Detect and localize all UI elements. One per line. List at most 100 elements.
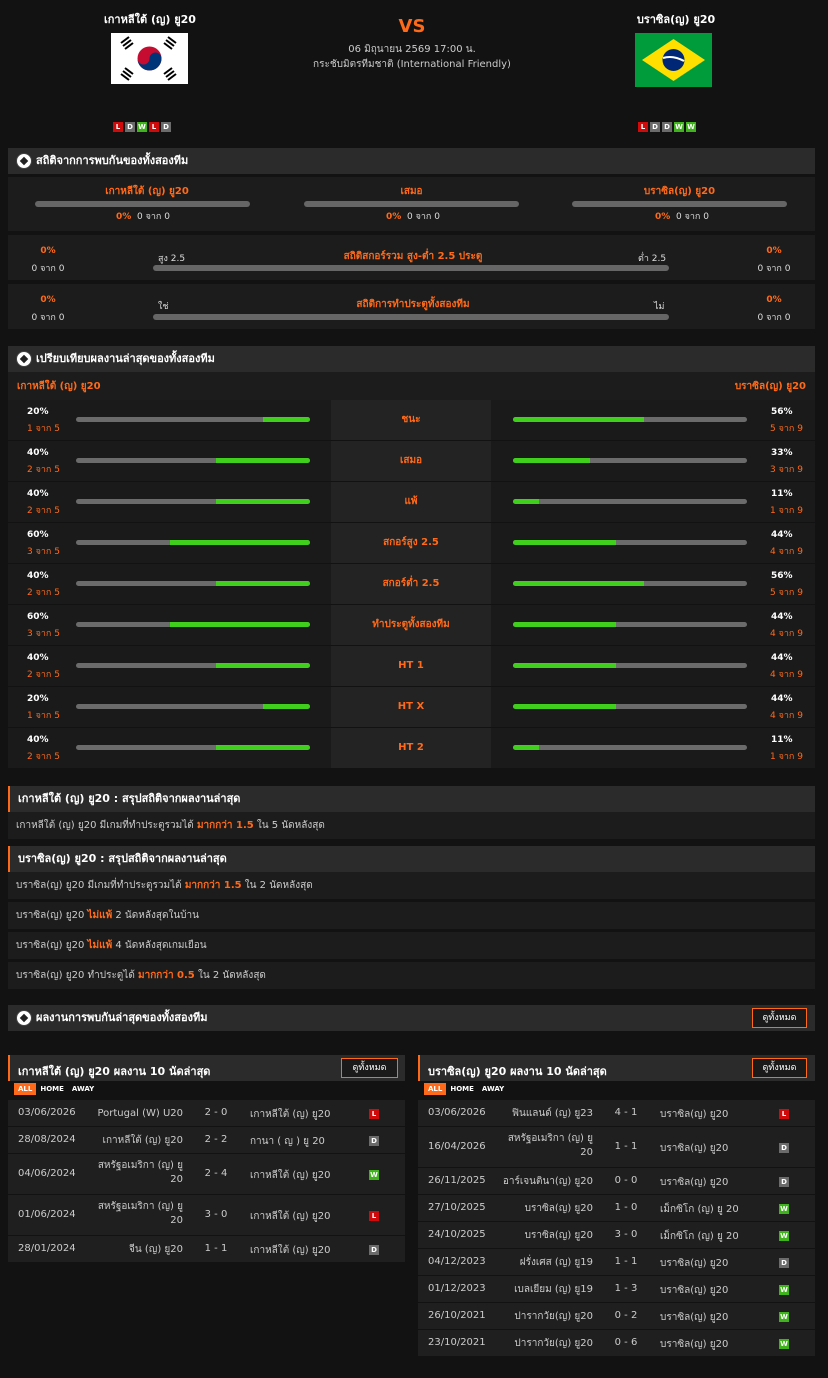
away-bar xyxy=(513,540,747,545)
h2h-draw-label: เสมอ xyxy=(400,186,423,197)
away-pct: 33% xyxy=(771,448,793,458)
over-under-panel: 0% 0 จาก 0 สูง 2.5 สถิติสกอร์รวม สูง-ต่ำ… xyxy=(8,235,815,280)
brazil-flag xyxy=(635,33,712,87)
bt-right-of: 0 จาก 0 xyxy=(757,313,791,323)
match-away: เกาหลีใต้ (ญ) ยู20 xyxy=(250,1245,331,1256)
home-bar-fill xyxy=(216,499,310,504)
match-row[interactable]: 03/06/2026 ฟินแลนด์ (ญ) ยู23 4 - 1 บราซิล(ญ… xyxy=(418,1100,815,1126)
bt-bar xyxy=(153,314,669,320)
form-badge: L xyxy=(638,122,648,132)
away-of: 1 จาก 9 xyxy=(770,752,803,762)
match-date: 24/10/2025 xyxy=(428,1229,486,1240)
home-of: 1 จาก 5 xyxy=(27,424,60,434)
match-row[interactable]: 27/10/2025 บราซิล(ญ) ยู20 1 - 0 เม็กซิโก (ญ… xyxy=(418,1195,815,1221)
match-row[interactable]: 28/01/2024 จีน (ญ) ยู20 1 - 1 เกาหลีใต้ (ญ)… xyxy=(8,1236,405,1262)
match-date: 03/06/2026 xyxy=(18,1107,76,1118)
away-last-view-all-button[interactable]: ดูทั้งหมด xyxy=(752,1058,807,1078)
result-badge: D xyxy=(779,1177,789,1187)
match-row[interactable]: 26/10/2021 ปารากวัย(ญ) ยู20 0 - 2 บราซิล(ญ)… xyxy=(418,1303,815,1329)
match-row[interactable]: 24/10/2025 บราซิล(ญ) ยู20 3 - 0 เม็กซิโก (ญ… xyxy=(418,1222,815,1248)
home-bar-fill xyxy=(263,704,310,709)
home-form: LDWLD xyxy=(112,121,172,132)
match-date: 23/10/2021 xyxy=(428,1337,486,1348)
match-home: อาร์เจนตินา(ญ) ยู20 xyxy=(502,1176,593,1187)
match-away: บราซิล(ญ) ยู20 xyxy=(660,1177,729,1188)
ou-left-pct: 0% xyxy=(40,246,56,256)
summary-highlight: มากกว่า 1.5 xyxy=(184,880,242,891)
tab-all[interactable]: ALL xyxy=(424,1083,447,1095)
result-badge: W xyxy=(779,1231,789,1241)
h2h-home-pct: 0% xyxy=(116,212,132,222)
both-teams-score-panel: 0% 0 จาก 0 ใช่ สถิติการทำประตูทั้งสองทีม… xyxy=(8,284,815,329)
match-score: 1 - 0 xyxy=(614,1202,638,1213)
competition-name: กระชับมิตรทีมชาติ (International Friendl… xyxy=(313,59,511,70)
home-bar xyxy=(76,499,310,504)
result-badge: D xyxy=(369,1245,379,1255)
home-last-view-all-button[interactable]: ดูทั้งหมด xyxy=(341,1058,398,1078)
match-row[interactable]: 03/06/2026 Portugal (W) U20 2 - 0 เกาหลีใต้… xyxy=(8,1100,405,1126)
away-bar-fill xyxy=(513,417,645,422)
result-badge: L xyxy=(369,1109,379,1119)
summary-highlight: ไม่แพ้ xyxy=(87,940,113,951)
tab-away[interactable]: AWAY xyxy=(68,1083,98,1095)
away-of: 5 จาก 9 xyxy=(770,588,803,598)
away-summary-line: บราซิล(ญ) ยู20 ทำประตูได้ มากกว่า 0.5 ใน… xyxy=(8,962,815,989)
match-score: 1 - 1 xyxy=(614,1141,638,1152)
match-home: ปารากวัย(ญ) ยู20 xyxy=(514,1338,593,1349)
bt-right-label: ไม่ xyxy=(654,302,665,312)
home-bar-fill xyxy=(169,540,310,545)
match-row[interactable]: 23/10/2021 ปารากวัย(ญ) ยู20 0 - 6 บราซิล(ญ)… xyxy=(418,1330,815,1356)
match-away: บราซิล(ญ) ยู20 xyxy=(660,1258,729,1269)
match-row[interactable]: 01/06/2024 สหรัฐอเมริกา (ญ) ยู 20 3 - 0 เกา… xyxy=(8,1195,405,1235)
tab-away[interactable]: AWAY xyxy=(478,1083,508,1095)
bt-left-pct: 0% xyxy=(40,295,56,305)
home-of: 3 จาก 5 xyxy=(27,629,60,639)
tab-all[interactable]: ALL xyxy=(14,1083,37,1095)
tab-home[interactable]: HOME xyxy=(446,1083,478,1095)
summary-text: บราซิล(ญ) ยู20 xyxy=(16,940,88,951)
football-icon xyxy=(16,351,32,367)
away-bar xyxy=(513,663,747,668)
away-bar-fill xyxy=(513,540,616,545)
away-team-name[interactable]: บราซิล(ญ) ยู20 xyxy=(586,10,766,28)
form-badge: W xyxy=(137,122,147,132)
match-row[interactable]: 16/04/2026 สหรัฐอเมริกา (ญ) ยู 20 1 - 1 บรา… xyxy=(418,1127,815,1167)
match-score: 3 - 0 xyxy=(614,1229,638,1240)
home-pct: 40% xyxy=(27,448,49,458)
match-away: บราซิล(ญ) ยู20 xyxy=(660,1339,729,1350)
away-bar-fill xyxy=(513,458,591,463)
compare-row: 20% 1 จาก 5 HT X 44% 4 จาก 9 xyxy=(8,687,815,727)
result-badge: W xyxy=(779,1204,789,1214)
result-badge: W xyxy=(779,1339,789,1349)
match-row[interactable]: 26/11/2025 อาร์เจนตินา(ญ) ยู20 0 - 0 บราซิล… xyxy=(418,1168,815,1194)
match-date: 04/12/2023 xyxy=(428,1256,486,1267)
match-score: 2 - 0 xyxy=(204,1107,228,1118)
recent-view-all-button[interactable]: ดูทั้งหมด xyxy=(752,1008,807,1028)
away-last-tabs: ALL HOME AWAY xyxy=(424,1083,508,1095)
summary-text: 4 นัดหลังสุดเกมเยือน xyxy=(112,940,207,951)
h2h-home-of: 0 จาก 0 xyxy=(137,212,170,222)
result-badge: W xyxy=(779,1312,789,1322)
form-badge: D xyxy=(161,122,171,132)
summary-text: เกาหลีใต้ (ญ) ยู20 มีเกมที่ทำประตูรวมได้ xyxy=(16,820,197,831)
compare-label: เสมอ xyxy=(331,441,491,481)
match-home: เบลเยียม (ญ) ยู19 xyxy=(514,1284,593,1295)
match-row[interactable]: 28/08/2024 เกาหลีใต้ (ญ) ยู20 2 - 2 กานา ( … xyxy=(8,1127,405,1153)
match-away: เม็กซิโก (ญ) ยู 20 xyxy=(660,1204,739,1215)
match-date: 28/08/2024 xyxy=(18,1134,76,1145)
h2h-home-bar xyxy=(35,201,250,207)
compare-row: 20% 1 จาก 5 ชนะ 56% 5 จาก 9 xyxy=(8,400,815,440)
match-date: 03/06/2026 xyxy=(428,1107,486,1118)
home-last-tabs: ALL HOME AWAY xyxy=(14,1083,98,1095)
away-pct: 44% xyxy=(771,612,793,622)
home-team-name[interactable]: เกาหลีใต้ (ญ) ยู20 xyxy=(60,10,240,28)
match-score: 2 - 2 xyxy=(204,1134,228,1145)
match-date: 28/01/2024 xyxy=(18,1243,76,1254)
football-icon xyxy=(16,153,32,169)
tab-home[interactable]: HOME xyxy=(36,1083,68,1095)
away-of: 5 จาก 9 xyxy=(770,424,803,434)
match-row[interactable]: 01/12/2023 เบลเยียม (ญ) ยู19 1 - 3 บราซิล(ญ… xyxy=(418,1276,815,1302)
match-row[interactable]: 04/12/2023 ฝรั่งเศส (ญ) ยู19 1 - 1 บราซิล(ญ… xyxy=(418,1249,815,1275)
home-pct: 40% xyxy=(27,735,49,745)
match-row[interactable]: 04/06/2024 สหรัฐอเมริกา (ญ) ยู 20 2 - 4 เกา… xyxy=(8,1154,405,1194)
